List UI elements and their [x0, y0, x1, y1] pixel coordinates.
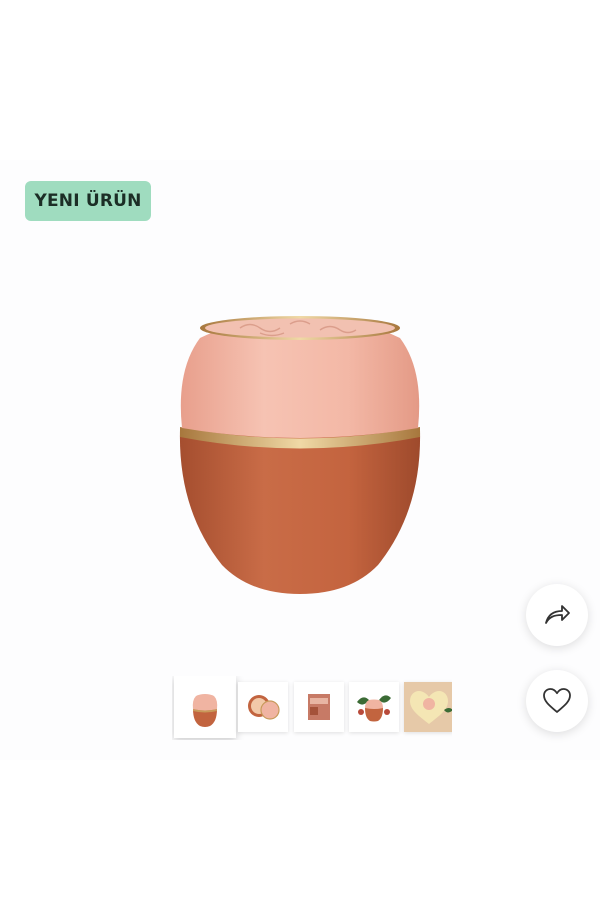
thumbnail-heart-image: [404, 682, 452, 732]
product-main-image[interactable]: [170, 300, 430, 610]
product-page: YENI ÜRÜN: [0, 0, 600, 900]
thumbnail-4[interactable]: [349, 682, 399, 732]
heart-outline-icon: [543, 688, 571, 713]
thumbnail-open-jar-image: [238, 682, 288, 732]
thumbnail-1[interactable]: [174, 676, 236, 738]
favorite-button[interactable]: [526, 670, 588, 732]
share-button[interactable]: [526, 584, 588, 646]
thumbnail-jar-image: [174, 676, 236, 738]
thumbnail-5[interactable]: [404, 682, 452, 732]
new-product-badge: YENI ÜRÜN: [25, 181, 151, 221]
thumbnail-box-image: [294, 682, 344, 732]
share-arrow-icon: [545, 605, 570, 624]
thumbnail-ingredients-image: [349, 682, 399, 732]
thumbnail-2[interactable]: [238, 682, 288, 732]
thumbnail-3[interactable]: [294, 682, 344, 732]
thumbnail-strip[interactable]: [172, 676, 452, 740]
